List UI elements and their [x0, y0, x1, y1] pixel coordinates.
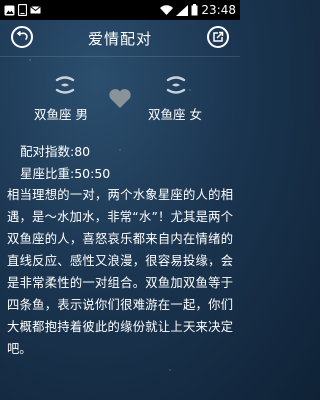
clock: 23:48	[201, 3, 236, 17]
match-description: 相当理想的一对，两个水象星座的人的相遇，是～水加水，非常“水”！尤其是两个双鱼座…	[7, 188, 233, 356]
female-sign-label: 双鱼座 女	[148, 107, 202, 122]
battery-icon	[191, 4, 198, 16]
pisces-icon-right	[166, 76, 186, 94]
back-arrow-icon	[16, 31, 28, 41]
notification-mail-icon	[30, 6, 41, 14]
signal-icon	[176, 4, 189, 16]
title-bar: 爱情配对	[0, 20, 240, 57]
heart-icon	[109, 89, 131, 108]
notification-image-icon	[4, 5, 15, 15]
share-icon	[213, 31, 224, 42]
back-button[interactable]	[11, 26, 33, 48]
wifi-icon	[160, 5, 174, 15]
sign-ratio: 星座比重:50:50	[20, 166, 111, 181]
notification-phone-icon	[18, 4, 27, 16]
system-status: 23:48	[160, 3, 236, 17]
pisces-icon-left	[55, 76, 75, 94]
page-title: 爱情配对	[87, 29, 152, 48]
male-sign-label: 双鱼座 男	[34, 107, 88, 122]
notification-icons	[4, 4, 41, 16]
status-bar: 23:48	[0, 0, 240, 20]
match-score: 配对指数:80	[20, 144, 91, 159]
share-button[interactable]	[207, 26, 229, 48]
